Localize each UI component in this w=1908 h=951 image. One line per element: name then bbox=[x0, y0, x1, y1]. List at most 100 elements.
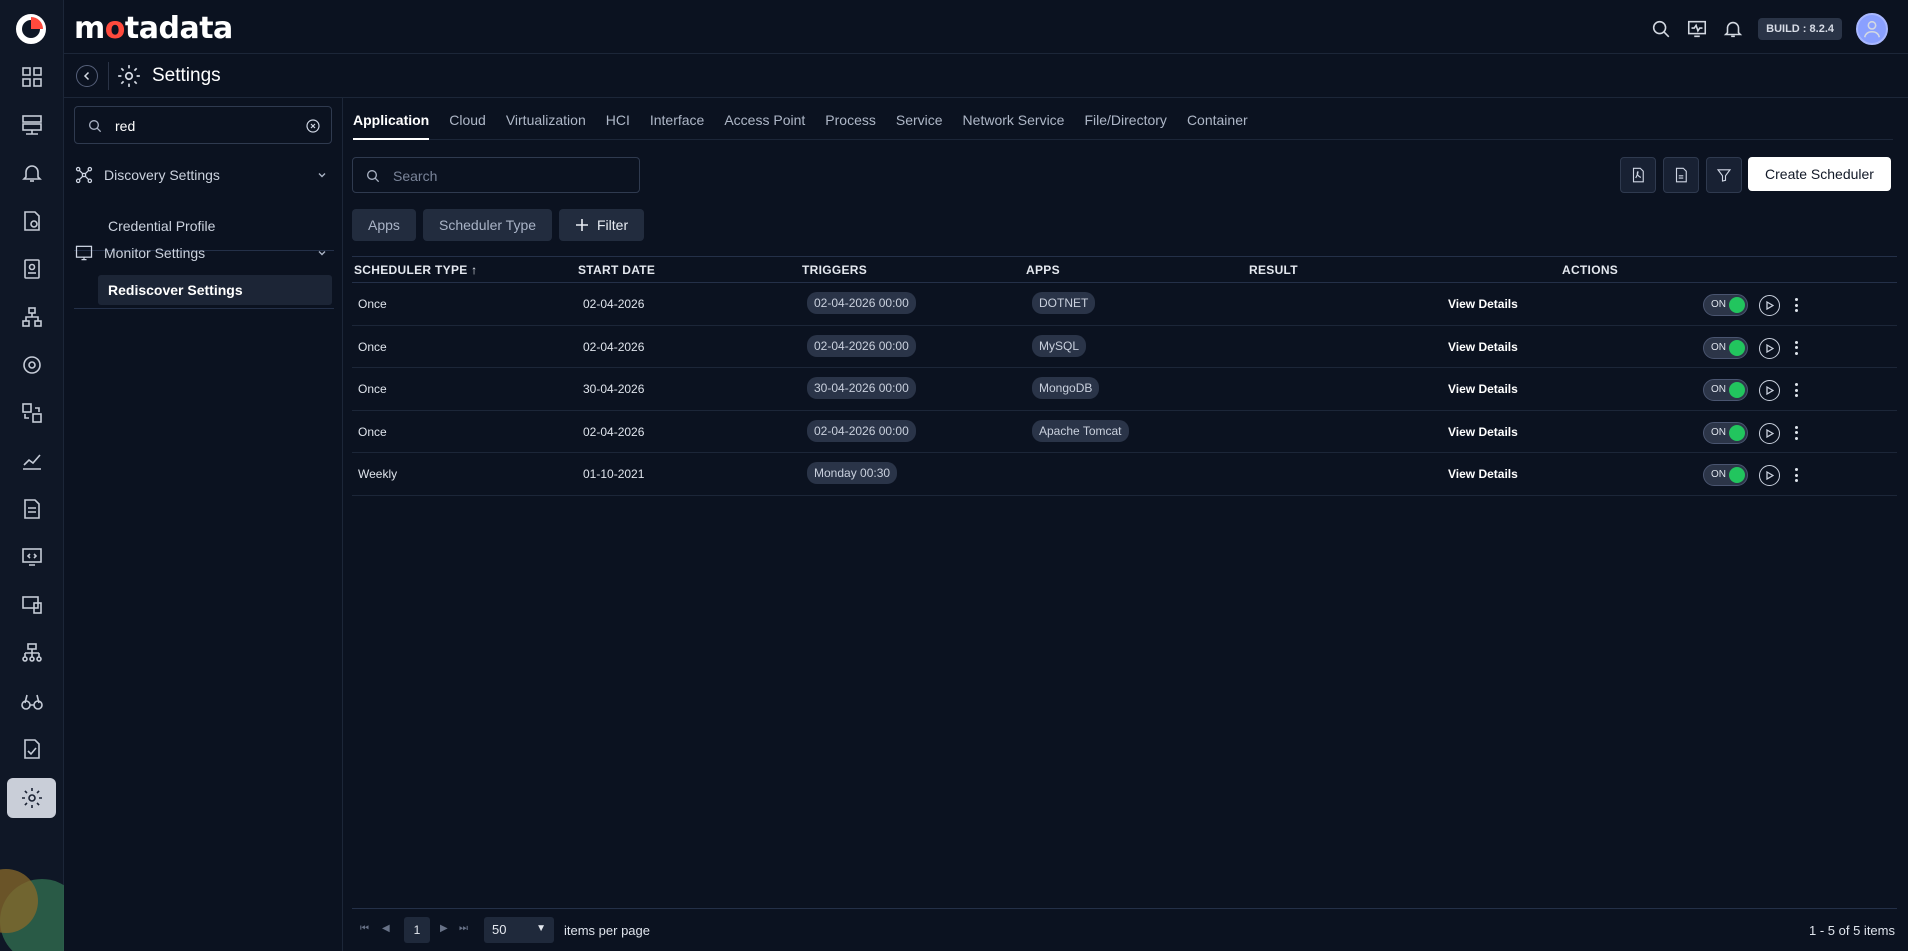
binoculars-icon[interactable] bbox=[0, 681, 64, 721]
filter-button[interactable] bbox=[1706, 157, 1742, 193]
first-page-icon[interactable]: ⏮ bbox=[360, 923, 369, 934]
toggle-knob bbox=[1729, 339, 1745, 356]
schedule-toggle[interactable]: ON bbox=[1703, 336, 1748, 359]
plus-icon bbox=[576, 219, 588, 231]
inventory-icon[interactable] bbox=[0, 249, 64, 289]
monitor-pulse-icon[interactable] bbox=[1686, 18, 1708, 40]
tab-process[interactable]: Process bbox=[825, 98, 876, 140]
audit-icon[interactable] bbox=[0, 729, 64, 769]
toggle-label: ON bbox=[1711, 299, 1726, 310]
export-pdf-button[interactable] bbox=[1620, 157, 1656, 193]
tab-access-point[interactable]: Access Point bbox=[724, 98, 805, 140]
search-icon[interactable] bbox=[1650, 18, 1672, 40]
export-csv-button[interactable] bbox=[1663, 157, 1699, 193]
tab-virtualization[interactable]: Virtualization bbox=[506, 98, 586, 140]
top-bar: motadata BUILD : 8.2.4 bbox=[64, 0, 1908, 54]
settings-icon[interactable] bbox=[0, 778, 64, 818]
tab-application[interactable]: Application bbox=[353, 98, 430, 140]
tab-bar: Application Cloud Virtualization HCI Int… bbox=[353, 98, 1893, 140]
view-details-link[interactable]: View Details bbox=[1448, 297, 1518, 311]
report-icon[interactable] bbox=[0, 489, 64, 529]
col-triggers[interactable]: TRIGGERS bbox=[802, 263, 867, 277]
more-actions-icon[interactable] bbox=[1790, 380, 1802, 400]
cell-scheduler-type: Weekly bbox=[358, 467, 398, 482]
toggle-knob bbox=[1729, 382, 1745, 399]
discovery-icon[interactable] bbox=[0, 345, 64, 385]
sidebar-item-rediscover-settings[interactable]: Rediscover Settings bbox=[98, 275, 332, 305]
run-now-button[interactable] bbox=[1759, 380, 1780, 402]
cell-start-date: 02-04-2026 bbox=[583, 339, 645, 354]
tab-network-service[interactable]: Network Service bbox=[963, 98, 1065, 140]
tab-container[interactable]: Container bbox=[1187, 98, 1248, 140]
play-icon bbox=[1765, 343, 1774, 353]
col-apps[interactable]: APPS bbox=[1026, 263, 1060, 277]
tab-hci[interactable]: HCI bbox=[606, 98, 630, 140]
prev-page-icon[interactable]: ◀ bbox=[382, 923, 390, 934]
col-result[interactable]: RESULT bbox=[1249, 263, 1298, 277]
page-size-value: 50 bbox=[492, 922, 507, 937]
trigger-badge: 30-04-2026 00:00 bbox=[807, 377, 916, 400]
search-icon bbox=[367, 170, 380, 183]
table-row: Once 02-04-2026 02-04-2026 00:00 Apache Tom… bbox=[352, 411, 1897, 454]
add-filter-button[interactable]: Filter bbox=[559, 209, 645, 241]
trigger-badge: 02-04-2026 00:00 bbox=[807, 334, 916, 357]
scheduler-type-filter-chip[interactable]: Scheduler Type bbox=[423, 209, 553, 241]
more-actions-icon[interactable] bbox=[1790, 295, 1802, 315]
col-scheduler-type[interactable]: SCHEDULER TYPE ↑ bbox=[354, 263, 477, 277]
run-now-button[interactable] bbox=[1759, 337, 1780, 359]
settings-search-input[interactable]: red bbox=[74, 106, 332, 144]
run-now-button[interactable] bbox=[1759, 465, 1780, 487]
create-scheduler-button[interactable]: Create Scheduler bbox=[1748, 157, 1891, 191]
items-per-page-label: items per page bbox=[564, 923, 650, 938]
section-discovery-settings[interactable]: Discovery Settings bbox=[74, 160, 332, 190]
bell-icon[interactable] bbox=[0, 153, 64, 193]
back-button[interactable] bbox=[76, 65, 98, 87]
cell-scheduler-type: Once bbox=[358, 297, 387, 311]
sidebar-item-credential-profile[interactable]: Credential Profile bbox=[98, 211, 332, 241]
flow-icon[interactable] bbox=[0, 393, 64, 433]
tab-cloud[interactable]: Cloud bbox=[449, 98, 486, 140]
page-size-select[interactable]: 50 ▼ bbox=[484, 917, 554, 943]
apps-filter-chip[interactable]: Apps bbox=[352, 209, 416, 241]
view-details-link[interactable]: View Details bbox=[1448, 467, 1518, 481]
schedule-toggle[interactable]: ON bbox=[1703, 421, 1748, 444]
app-logo-icon[interactable] bbox=[14, 12, 48, 46]
chevron-down-icon bbox=[318, 173, 326, 178]
clear-search-icon[interactable] bbox=[305, 118, 321, 134]
current-page[interactable]: 1 bbox=[404, 917, 430, 943]
schedule-toggle[interactable]: ON bbox=[1703, 379, 1748, 402]
left-rail bbox=[0, 0, 64, 951]
view-details-link[interactable]: View Details bbox=[1448, 340, 1518, 354]
view-details-link[interactable]: View Details bbox=[1448, 425, 1518, 439]
more-actions-icon[interactable] bbox=[1790, 465, 1802, 485]
settings-gear-icon bbox=[118, 65, 140, 87]
dashboard-icon[interactable] bbox=[0, 57, 64, 97]
run-now-button[interactable] bbox=[1759, 295, 1780, 316]
topology-icon[interactable] bbox=[0, 297, 64, 337]
last-page-icon[interactable]: ⏭ bbox=[459, 923, 468, 934]
more-actions-icon[interactable] bbox=[1790, 338, 1802, 358]
user-avatar[interactable] bbox=[1856, 13, 1888, 45]
tab-interface[interactable]: Interface bbox=[650, 98, 704, 140]
metric-icon[interactable] bbox=[0, 441, 64, 481]
schedule-toggle[interactable]: ON bbox=[1703, 464, 1748, 487]
schedule-toggle[interactable]: ON bbox=[1703, 294, 1748, 316]
next-page-icon[interactable]: ▶ bbox=[440, 923, 448, 934]
notification-bell-icon[interactable] bbox=[1722, 18, 1744, 40]
devices-icon[interactable] bbox=[0, 585, 64, 625]
more-actions-icon[interactable] bbox=[1790, 423, 1802, 443]
policy-icon[interactable] bbox=[0, 201, 64, 241]
server-icon[interactable] bbox=[0, 105, 64, 145]
tab-file-directory[interactable]: File/Directory bbox=[1084, 98, 1166, 140]
network-icon[interactable] bbox=[0, 633, 64, 673]
view-details-link[interactable]: View Details bbox=[1448, 382, 1518, 396]
section-monitor-settings[interactable]: Monitor Settings bbox=[74, 238, 332, 268]
toggle-label: ON bbox=[1711, 426, 1726, 438]
run-now-button[interactable] bbox=[1759, 422, 1780, 444]
scheduler-search-input[interactable]: Search bbox=[352, 157, 640, 193]
col-start-date[interactable]: START DATE bbox=[578, 263, 655, 277]
play-icon bbox=[1765, 471, 1774, 481]
table-row: Once 02-04-2026 02-04-2026 00:00 DOTNET View… bbox=[352, 283, 1897, 326]
code-monitor-icon[interactable] bbox=[0, 537, 64, 577]
tab-service[interactable]: Service bbox=[896, 98, 943, 140]
